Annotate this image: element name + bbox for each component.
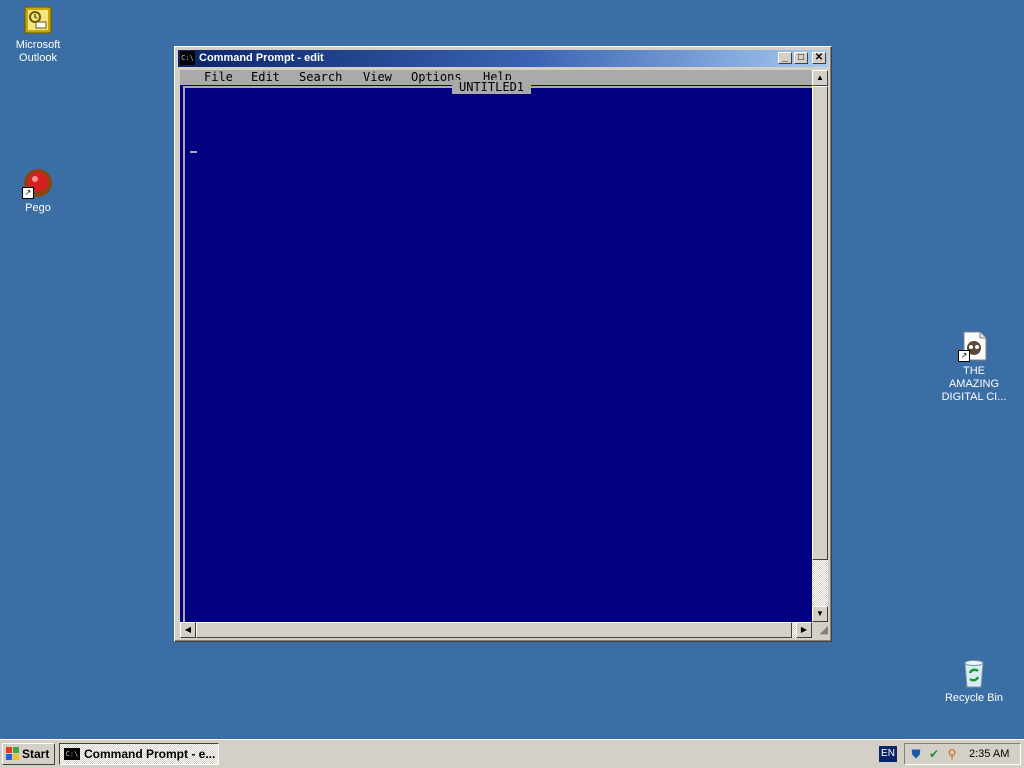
taskbar-button-command-prompt[interactable]: C:\ Command Prompt - e... (59, 743, 219, 765)
clock[interactable]: 2:35 AM (969, 744, 1009, 764)
windows-logo-icon (6, 747, 20, 761)
minimize-button[interactable]: _ (778, 52, 792, 64)
amazing-digital-circus-icon: ↗ (958, 330, 990, 362)
close-button[interactable]: ✕ (812, 52, 826, 64)
taskbar: Start C:\ Command Prompt - e... EN ⛊ ✔ ⚲… (0, 739, 1024, 768)
scroll-right-button[interactable]: ▶ (796, 622, 812, 638)
console-icon: C:\ (64, 748, 80, 760)
security-shield-icon[interactable]: ⛊ (909, 747, 923, 761)
document-frame (183, 86, 812, 622)
menu-search[interactable]: Search (299, 70, 342, 85)
desktop-icon-recycle-bin[interactable]: Recycle Bin (936, 657, 1012, 705)
vertical-scroll-thumb[interactable] (812, 86, 828, 560)
taskbar-button-label: Command Prompt - e... (84, 747, 216, 761)
command-prompt-window[interactable]: C:\ Command Prompt - edit _ □ ✕ File Edi… (174, 46, 832, 642)
vertical-scrollbar[interactable]: ▲ ▼ (812, 70, 828, 622)
menu-edit[interactable]: Edit (251, 70, 280, 85)
document-title: UNTITLED1 (452, 80, 532, 94)
edit-console-area[interactable]: File Edit Search View Options Help UNTIT… (180, 70, 812, 622)
network-icon[interactable]: ✔ (927, 747, 941, 761)
shortcut-arrow-icon: ↗ (958, 350, 970, 362)
start-label: Start (22, 747, 50, 761)
start-button[interactable]: Start (2, 743, 55, 765)
outlook-icon (22, 4, 54, 36)
resize-grip-icon[interactable]: ◢ (812, 622, 828, 638)
scroll-left-button[interactable]: ◀ (180, 622, 196, 638)
horizontal-scroll-thumb[interactable] (196, 622, 792, 638)
text-cursor (190, 151, 197, 153)
menu-file[interactable]: File (204, 70, 233, 85)
desktop-icon-outlook[interactable]: Microsoft Outlook (0, 4, 76, 65)
language-indicator[interactable]: EN (879, 746, 897, 762)
desktop-icon-pego[interactable]: ↗ Pego (0, 167, 76, 215)
scroll-up-button[interactable]: ▲ (812, 70, 828, 86)
scroll-down-button[interactable]: ▼ (812, 606, 828, 622)
recycle-bin-icon (958, 657, 990, 689)
maximize-button[interactable]: □ (794, 52, 808, 64)
desktop-icon-label: Recycle Bin (944, 692, 1004, 704)
desktop-icon-amazing-digital-circus[interactable]: ↗ THE AMAZING DIGITAL CI... (936, 330, 1012, 404)
title-bar[interactable]: C:\ Command Prompt - edit _ □ ✕ (178, 50, 828, 67)
search-icon[interactable]: ⚲ (945, 747, 959, 761)
desktop-icon-label: THE AMAZING DIGITAL CI... (941, 365, 1007, 403)
horizontal-scrollbar[interactable]: ◀ ▶ (180, 622, 812, 638)
window-title: Command Prompt - edit (199, 52, 324, 64)
pego-icon: ↗ (22, 167, 54, 199)
menu-view[interactable]: View (363, 70, 392, 85)
desktop-icon-label: Microsoft Outlook (15, 39, 61, 64)
system-tray: ⛊ ✔ ⚲ 2:35 AM (904, 743, 1021, 765)
shortcut-arrow-icon: ↗ (22, 187, 34, 199)
console-icon[interactable]: C:\ (180, 51, 195, 65)
desktop-icon-label: Pego (25, 202, 51, 214)
